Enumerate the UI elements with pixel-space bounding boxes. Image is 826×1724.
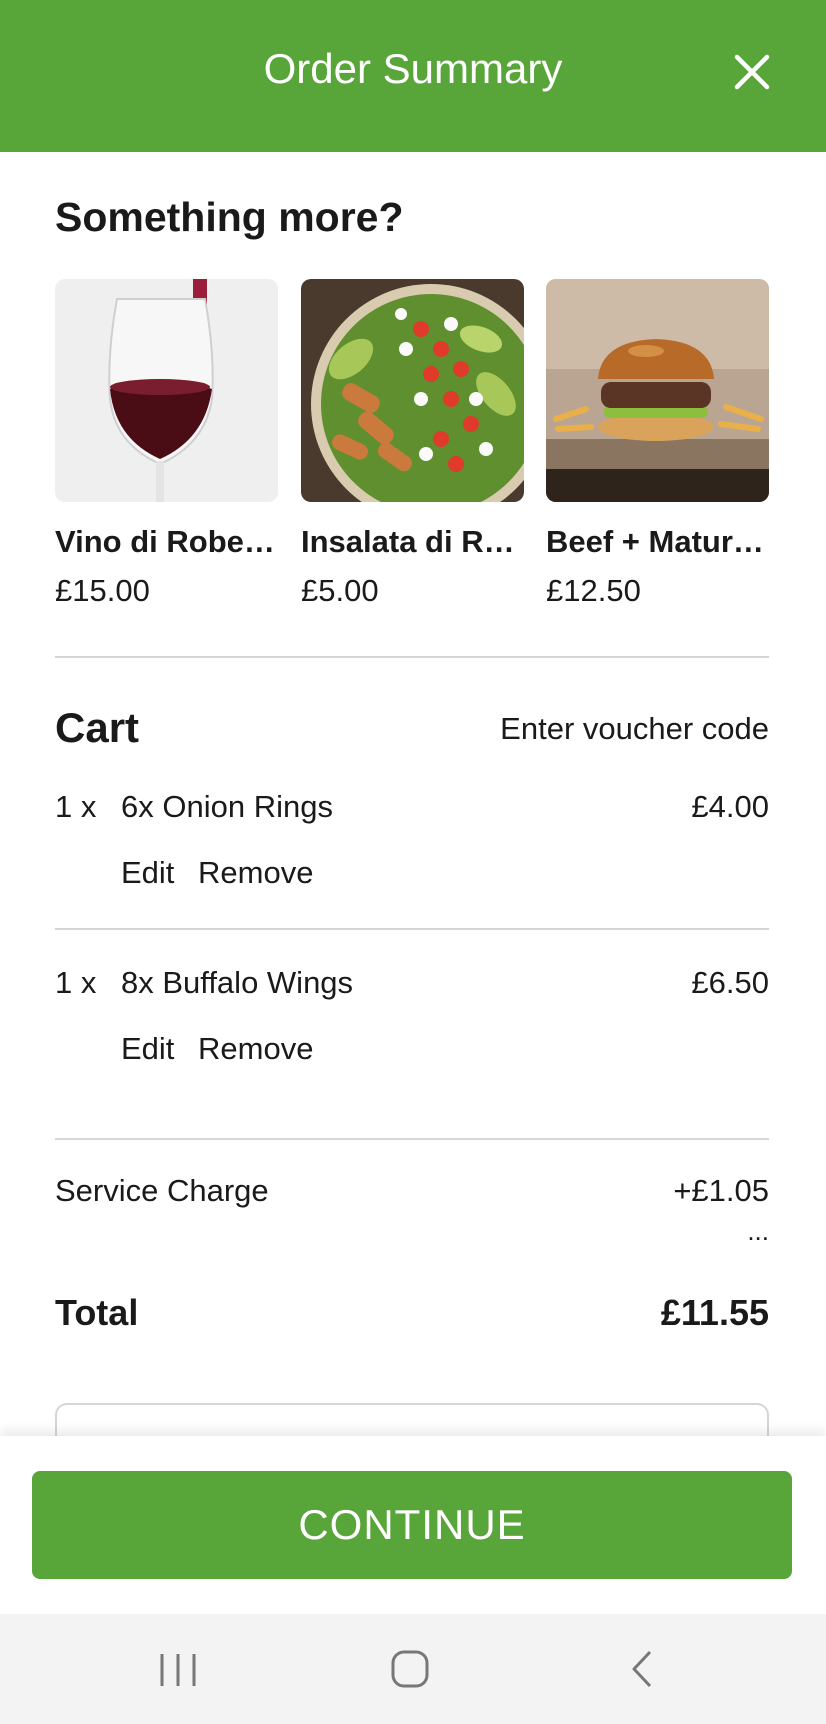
remove-button[interactable]: Remove bbox=[198, 853, 313, 893]
edit-button[interactable]: Edit bbox=[121, 853, 174, 893]
divider bbox=[55, 928, 769, 930]
close-icon[interactable] bbox=[728, 48, 776, 96]
home-icon[interactable] bbox=[380, 1644, 440, 1694]
total-value: £11.55 bbox=[660, 1292, 769, 1333]
edit-button[interactable]: Edit bbox=[121, 1029, 174, 1069]
item-name: 6x Onion Rings bbox=[121, 789, 333, 824]
voucher-code-link[interactable]: Enter voucher code bbox=[500, 709, 769, 749]
product-price: £15.00 bbox=[55, 573, 150, 608]
continue-button[interactable]: CONTINUE bbox=[32, 1471, 792, 1579]
upsell-item-wine[interactable]: Vino di Rober… £15.00 bbox=[55, 279, 278, 611]
service-charge-value: +£1.05 bbox=[673, 1173, 769, 1208]
burger-image[interactable] bbox=[546, 279, 769, 502]
item-quantity: 1 x bbox=[55, 789, 97, 824]
recent-apps-icon[interactable] bbox=[148, 1644, 208, 1694]
system-nav-bar bbox=[0, 1614, 826, 1724]
product-price: £5.00 bbox=[301, 573, 379, 608]
divider bbox=[55, 1138, 769, 1140]
service-charge-label: Service Charge bbox=[55, 1173, 269, 1208]
product-name: Insalata di Ro… bbox=[301, 524, 524, 559]
item-name: 8x Buffalo Wings bbox=[121, 965, 354, 1000]
app-header: Order Summary bbox=[0, 0, 826, 152]
item-price: £6.50 bbox=[691, 965, 769, 1000]
product-price: £12.50 bbox=[546, 573, 641, 608]
salad-image[interactable] bbox=[301, 279, 524, 502]
remove-button[interactable]: Remove bbox=[198, 1029, 313, 1069]
total-label: Total bbox=[55, 1292, 139, 1333]
footer-bar: CONTINUE bbox=[0, 1436, 826, 1614]
divider bbox=[55, 656, 769, 658]
back-icon[interactable] bbox=[612, 1644, 672, 1694]
page-title: Order Summary bbox=[263, 45, 563, 92]
wine-image[interactable] bbox=[55, 279, 278, 502]
upsell-item-burger[interactable]: Beef + Matur… £12.50 bbox=[546, 279, 769, 611]
upsell-title: Something more? bbox=[55, 194, 404, 240]
product-name: Beef + Matur… bbox=[546, 524, 764, 559]
cart-title: Cart bbox=[55, 704, 140, 751]
product-name: Vino di Rober… bbox=[55, 524, 278, 559]
item-quantity: 1 x bbox=[55, 965, 97, 1000]
item-price: £4.00 bbox=[691, 789, 769, 824]
more-options[interactable]: ... bbox=[747, 1216, 769, 1246]
upsell-item-salad[interactable]: Insalata di Ro… £5.00 bbox=[301, 279, 524, 611]
